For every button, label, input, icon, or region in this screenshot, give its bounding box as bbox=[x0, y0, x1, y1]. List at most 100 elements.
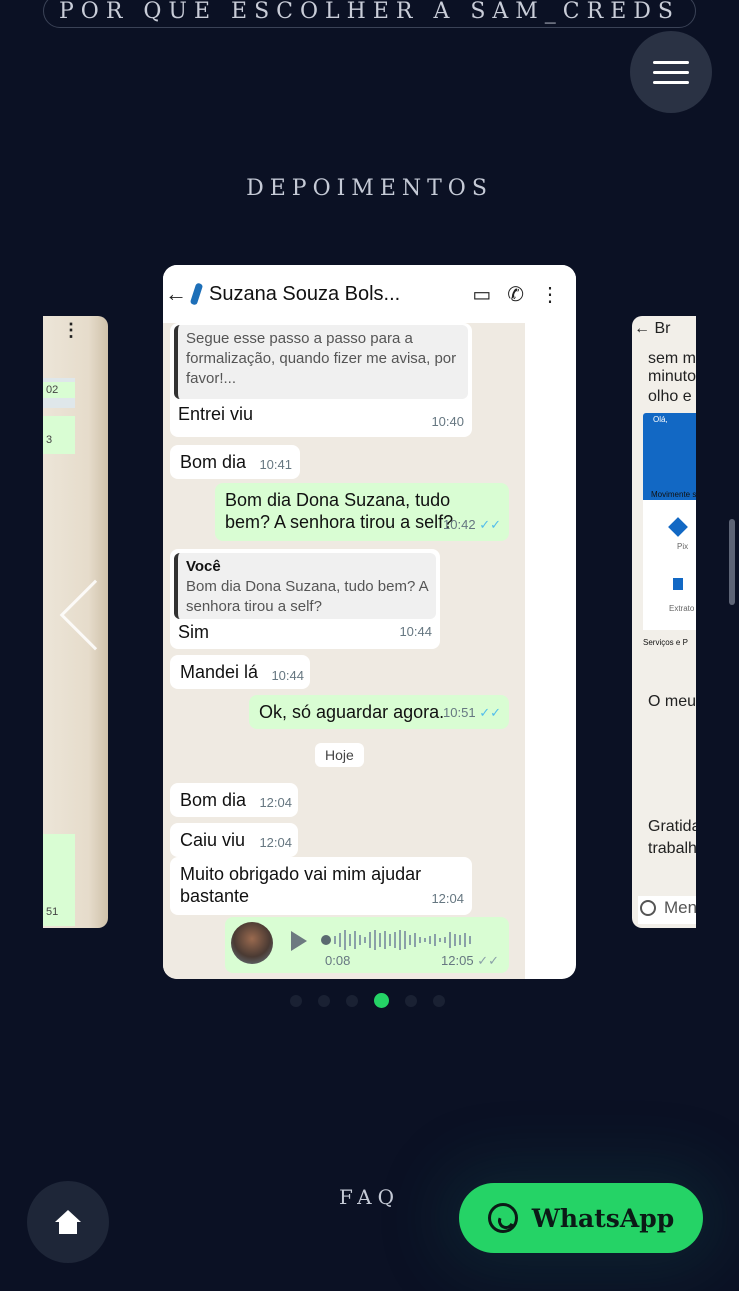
waveform-bar bbox=[334, 936, 336, 944]
home-button[interactable] bbox=[27, 1181, 109, 1263]
read-ticks-icon: ✓✓ bbox=[479, 705, 501, 720]
chat-message: Bom dia Dona Suzana, tudo bem? A senhora… bbox=[215, 483, 509, 541]
waveform-bar bbox=[364, 937, 366, 943]
carousel-dot[interactable] bbox=[290, 994, 302, 1007]
extract-label: Extrato bbox=[669, 604, 695, 613]
carousel-dot[interactable] bbox=[405, 994, 417, 1007]
message-time: 10:51 ✓✓ bbox=[443, 702, 501, 724]
message-time: 02 bbox=[43, 382, 75, 398]
waveform-bar bbox=[429, 936, 431, 944]
waveform-bar bbox=[389, 934, 391, 946]
chat-message: Você Bom dia Dona Suzana, tudo bem? A se… bbox=[170, 549, 440, 649]
greeting-label: Olá, bbox=[653, 415, 668, 424]
message-time: 10:40 bbox=[431, 414, 464, 429]
message-text: Mandei lá bbox=[180, 662, 259, 682]
waveform-bar bbox=[454, 934, 456, 946]
waveform-bar bbox=[404, 931, 406, 949]
message-text: Bom dia Dona Suzana, tudo bem? A senhora… bbox=[225, 490, 454, 532]
sender-avatar bbox=[231, 922, 273, 964]
message-time: 12:05 ✓✓ bbox=[441, 953, 499, 969]
video-call-icon: ▭ bbox=[472, 283, 492, 306]
testimonial-card-active[interactable]: ← Suzana Souza Bols... ▭ ✆ ⋮ Segue esse … bbox=[163, 265, 576, 979]
carousel-pagination bbox=[290, 993, 445, 1008]
scrollbar[interactable] bbox=[729, 519, 735, 605]
play-icon bbox=[291, 931, 307, 951]
waveform-bar bbox=[434, 934, 436, 946]
message-text: minuto bbox=[648, 368, 696, 385]
quoted-message: Segue esse passo a passo para a formaliz… bbox=[174, 325, 468, 399]
quote-text: Bom dia Dona Suzana, tudo bem? A senhora… bbox=[186, 578, 428, 615]
whatsapp-button[interactable]: WhatsApp bbox=[459, 1183, 703, 1253]
day-separator: Hoje bbox=[315, 743, 364, 767]
whatsapp-icon bbox=[487, 1203, 518, 1233]
carousel-dot[interactable] bbox=[318, 994, 330, 1007]
message-time: 10:44 bbox=[399, 624, 432, 639]
emoji-icon[interactable] bbox=[640, 900, 656, 916]
carousel-dot[interactable] bbox=[433, 994, 445, 1007]
contact-name-fragment: Br bbox=[654, 320, 671, 337]
message-time: 12:04 bbox=[259, 835, 292, 850]
time-value: 12:05 bbox=[441, 953, 474, 968]
message-time: 12:04 bbox=[259, 795, 292, 810]
waveform-bar bbox=[359, 935, 361, 945]
playhead-dot bbox=[321, 935, 331, 945]
message-text: Bom dia bbox=[180, 790, 247, 810]
pix-label: Pix bbox=[677, 542, 689, 551]
waveform-bar bbox=[369, 932, 371, 948]
audio-waveform bbox=[321, 929, 497, 951]
chat-message: Caiu viu 12:04 bbox=[170, 823, 298, 857]
message-text: trabalh bbox=[648, 840, 696, 857]
chat-header-fragment: ← Br bbox=[634, 320, 671, 337]
audio-message: 0:08 12:05 ✓✓ bbox=[225, 917, 509, 973]
waveform-bar bbox=[469, 936, 471, 944]
services-label: Serviços e P bbox=[643, 638, 688, 647]
delivered-ticks-icon: ✓✓ bbox=[477, 953, 499, 968]
message-time: 10:44 bbox=[271, 668, 304, 683]
message-text: Bom dia bbox=[180, 452, 247, 472]
waveform-bar bbox=[349, 934, 351, 946]
chat-message: Mandei lá 10:44 bbox=[170, 655, 310, 689]
menu-button[interactable] bbox=[630, 31, 712, 113]
carousel-dot[interactable] bbox=[374, 993, 389, 1008]
testimonial-card-next[interactable]: ← Br sem m minuto olho e t Olá, Moviment… bbox=[632, 316, 696, 928]
waveform-bar bbox=[384, 931, 386, 949]
waveform-bar bbox=[414, 933, 416, 947]
message-text: Muito obrigado vai mim ajudar bastante bbox=[180, 864, 422, 906]
back-arrow-icon: ← bbox=[165, 281, 187, 306]
waveform-bar bbox=[439, 938, 441, 942]
quote-author: Você bbox=[186, 558, 221, 575]
chat-header: ← Suzana Souza Bols... ▭ ✆ ⋮ bbox=[163, 265, 576, 323]
read-ticks-icon: ✓✓ bbox=[479, 517, 501, 532]
message-text: Caiu viu bbox=[180, 830, 246, 850]
message-time: 3 bbox=[43, 416, 75, 454]
message-text: olho e t bbox=[648, 388, 696, 405]
whatsapp-label: WhatsApp bbox=[531, 1203, 675, 1233]
waveform-bar bbox=[379, 933, 381, 947]
more-options-icon: ⋮ bbox=[62, 320, 80, 340]
waveform-bar bbox=[424, 938, 426, 942]
message-text: Gratida bbox=[648, 818, 696, 835]
why-choose-link[interactable]: POR QUE ESCOLHER A SAM_CREDS bbox=[43, 0, 696, 28]
waveform-bar bbox=[374, 930, 376, 950]
waveform-bar bbox=[344, 930, 346, 950]
carousel-dot[interactable] bbox=[346, 994, 358, 1007]
extract-icon bbox=[673, 578, 683, 590]
section-title: DEPOIMENTOS bbox=[246, 176, 493, 201]
chat-message: Segue esse passo a passo para a formaliz… bbox=[170, 323, 472, 437]
waveform-bar bbox=[394, 932, 396, 948]
time-value: 10:42 bbox=[443, 517, 476, 532]
waveform-bar bbox=[444, 937, 446, 943]
contact-avatar bbox=[183, 281, 205, 307]
chat-message: Ok, só aguardar agora. 10:51 ✓✓ bbox=[249, 695, 509, 729]
chat-message: Muito obrigado vai mim ajudar bastante 1… bbox=[170, 857, 472, 915]
waveform-bar bbox=[464, 933, 466, 947]
waveform-bar bbox=[449, 932, 451, 948]
pix-icon bbox=[668, 517, 688, 537]
message-time: 10:41 bbox=[259, 457, 292, 472]
chat-message: Bom dia 10:41 bbox=[170, 445, 300, 479]
more-options-icon: ⋮ bbox=[540, 283, 560, 306]
waveform-bar bbox=[399, 930, 401, 950]
message-time: 12:04 bbox=[431, 891, 464, 906]
message-time: 10:42 ✓✓ bbox=[443, 514, 501, 536]
time-value: 10:51 bbox=[443, 705, 476, 720]
